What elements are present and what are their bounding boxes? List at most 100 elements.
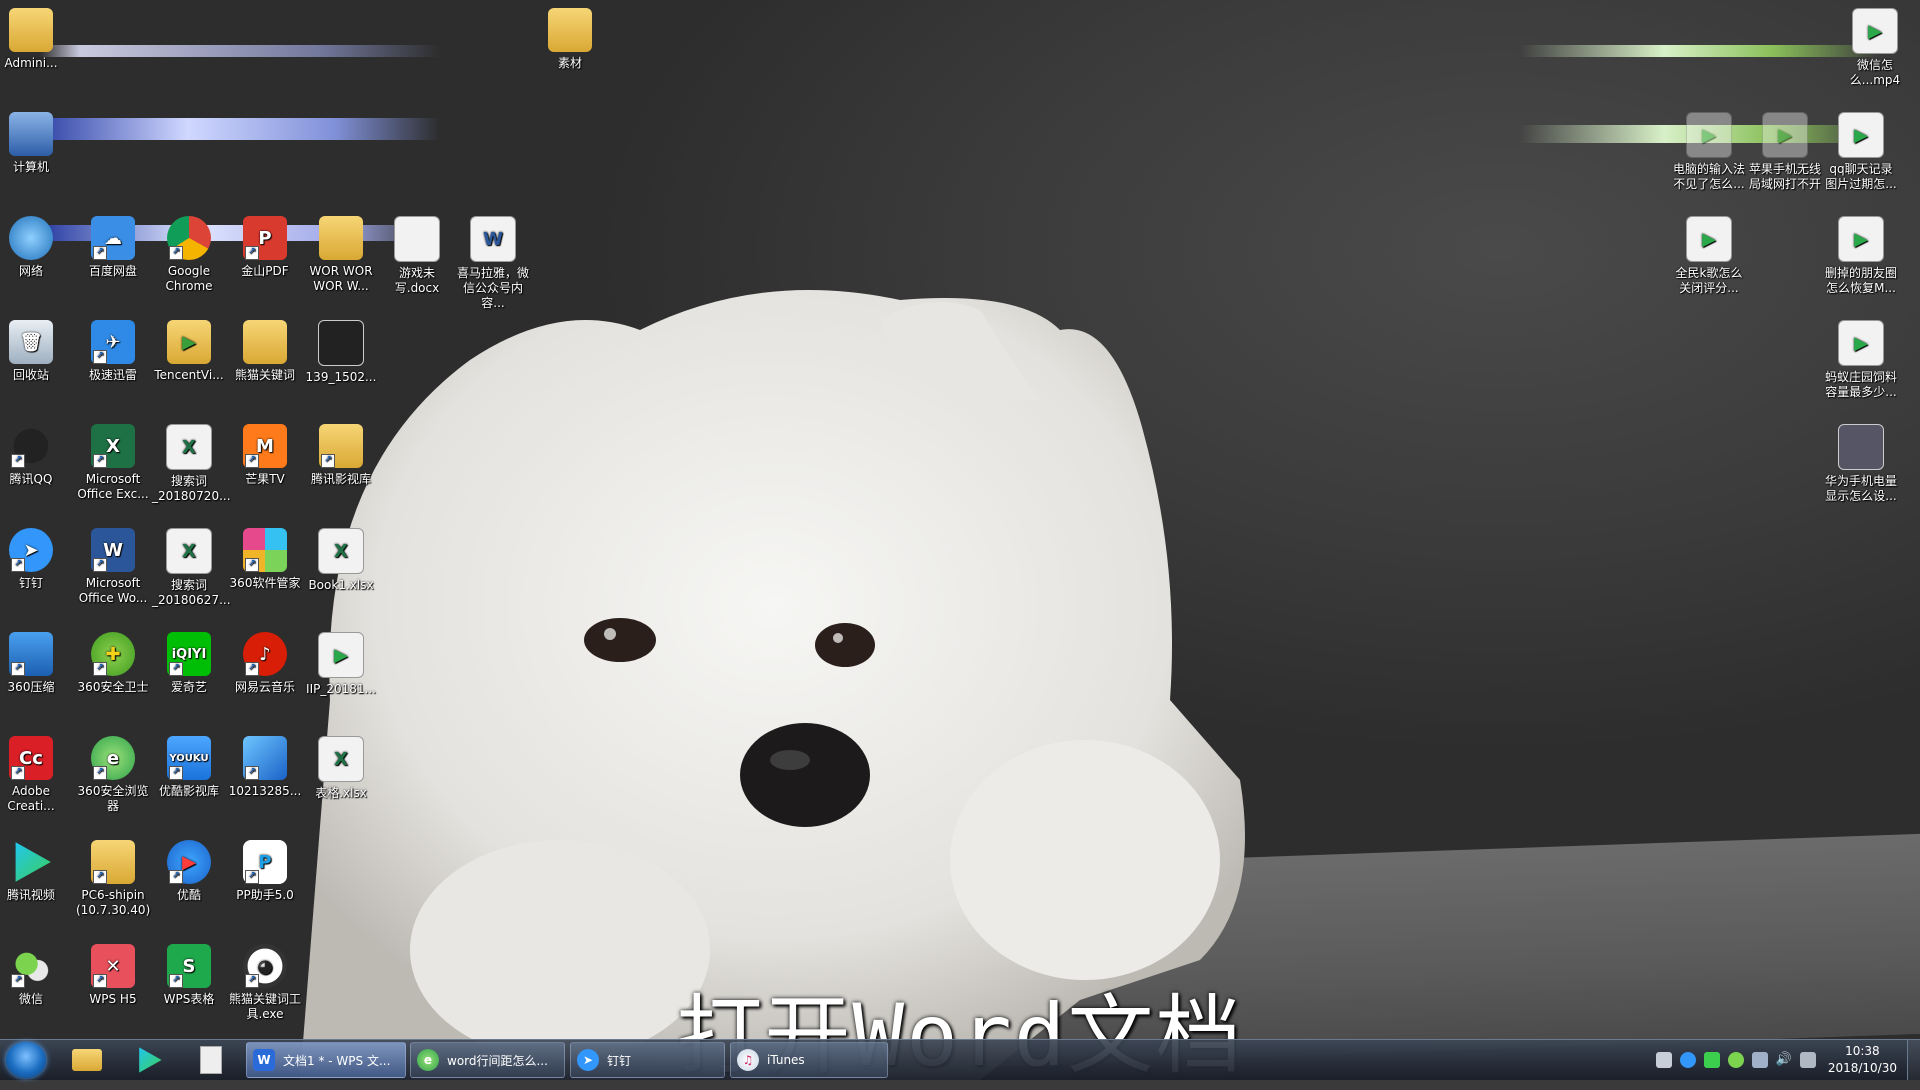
tencent-video-icon [15,842,51,882]
volume-icon[interactable]: 🔊 [1776,1052,1792,1068]
shortcut-arrow-icon: ↗ [93,454,107,468]
dingtalk-icon: ➤ ↗ [9,528,53,572]
spreadsheet-file-icon: X [318,528,364,574]
taskbar-item-wps[interactable]: W 文档1 * - WPS 文... [246,1042,406,1078]
desktop-icon-search2[interactable]: X 搜索词_20180627... [152,528,231,608]
browser-360-icon: e [417,1049,439,1071]
pinned-document[interactable] [192,1044,230,1076]
video-file-icon: ▶ [1838,112,1884,158]
video-tray-icon[interactable] [1703,1052,1720,1068]
dingtalk-tray-icon[interactable] [1679,1052,1696,1068]
desktop-icon-pkg[interactable]: ↗ 10213285... [228,736,302,799]
security-tray-icon[interactable] [1727,1052,1744,1068]
taskbar-item-label: 钉钉 [607,1053,632,1068]
desktop-icon-chrome[interactable]: ↗ Google Chrome [152,216,226,294]
desktop-icon-txvideo-lib[interactable]: ↗ 腾讯影视库 [304,424,378,487]
desktop-icon-network[interactable]: 网络 [0,216,68,279]
desktop-icon-r-huawei[interactable]: 华为手机电量显示怎么设... [1824,424,1898,504]
shortcut-arrow-icon: ↗ [245,870,259,884]
desktop-icon-excel[interactable]: X ↗ Microsoft Office Exc... [76,424,150,502]
desktop-icon-r-apple[interactable]: ▶ 苹果手机无线局域网打不开 [1748,112,1822,192]
desktop-icon-safe360[interactable]: ✚ ↗ 360安全卫士 [76,632,150,695]
image-thumbnail-icon [318,320,364,366]
desktop-icon-r-wechat-mp4[interactable]: ▶ 微信怎么...mp4 [1838,8,1912,88]
browser-360-icon: e ↗ [91,736,135,780]
shortcut-arrow-icon: ↗ [245,558,259,572]
desktop-icon-txvideo[interactable]: 腾讯视频 [0,840,68,903]
desktop-icon-game-doc[interactable]: 游戏未写.docx [380,216,454,296]
desktop-icon-search1[interactable]: X 搜索词_20180720... [152,424,231,504]
taskbar-item-browser[interactable]: e word行间距怎么... [410,1042,565,1078]
youku-play-icon: ▶ ↗ [167,840,211,884]
clock-time: 10:38 [1845,1044,1880,1058]
desktop-icon-keyword-folder[interactable]: 熊猫关键词 [228,320,302,383]
desktop-icon-jinshan[interactable]: P ↗ 金山PDF [228,216,302,279]
desktop-icon-soft360[interactable]: ↗ 360软件管家 [228,528,302,591]
taskbar-item-itunes[interactable]: ♫ iTunes [730,1042,888,1078]
desktop-icon-qq[interactable]: ↗ 腾讯QQ [0,424,68,487]
desktop-icon-mango[interactable]: M ↗ 芒果TV [228,424,302,487]
desktop-icon-flv[interactable]: ▶ IIP_20181... [304,632,378,697]
desktop-icon-r-input[interactable]: ▶ 电脑的输入法不见了怎么... [1672,112,1746,192]
desktop-icon-admin[interactable]: Admini... [0,8,68,71]
desktop-icon-img139[interactable]: 139_1502... [304,320,378,385]
glitch-streak [1520,45,1880,57]
desktop-icon-computer[interactable]: 计算机 [0,112,68,175]
desktop-icon-xlsx[interactable]: X 表格.xlsx [304,736,378,801]
taskbar-item-dingtalk[interactable]: ➤ 钉钉 [570,1042,725,1078]
word-doc-icon: W [470,216,516,262]
document-icon [394,216,440,262]
start-button[interactable] [6,1042,46,1078]
shortcut-arrow-icon: ↗ [11,454,25,468]
display-tray-icon[interactable] [1751,1052,1768,1068]
pp-assistant-icon: P ↗ [243,840,287,884]
desktop-icon-sucai[interactable]: 素材 [533,8,607,71]
desktop-icon-word[interactable]: W ↗ Microsoft Office Wo... [76,528,150,606]
desktop-icon-tencentvi[interactable]: ▶ TencentVi... [152,320,226,383]
desktop-icon-himalaya[interactable]: W 喜马拉雅，微信公众号内容... [456,216,530,311]
shortcut-arrow-icon: ↗ [11,558,25,572]
taskbar: W 文档1 * - WPS 文... e word行间距怎么... ➤ 钉钉 ♫… [0,1039,1920,1080]
desktop-icon-adobe[interactable]: Cc ↗ Adobe Creati... [0,736,68,814]
shortcut-arrow-icon: ↗ [245,246,259,260]
desktop-icon-dingtalk[interactable]: ➤ ↗ 钉钉 [0,528,68,591]
desktop-icon-pc6[interactable]: ↗ PC6-shipin (10.7.30.40) [76,840,150,918]
desktop-icon-baidu[interactable]: ☁ ↗ 百度网盘 [76,216,150,279]
desktop-icon-xunlei[interactable]: ✈ ↗ 极速迅雷 [76,320,150,383]
spreadsheet-file-icon: X [166,424,212,470]
show-desktop-button[interactable] [1907,1040,1920,1080]
desktop-icon-worworwor[interactable]: WOR WOR WOR W... [304,216,378,294]
desktop-icon-r-kge[interactable]: ▶ 全民k歌怎么关闭评分... [1672,216,1746,296]
shortcut-arrow-icon: ↗ [93,350,107,364]
desktop-icon-r-ant[interactable]: ▶ 蚂蚁庄园饲料容量最多少... [1824,320,1898,400]
desktop-icon-zip360[interactable]: ↗ 360压缩 [0,632,68,695]
taskbar-item-label: iTunes [767,1053,805,1067]
desktop-icon-youku[interactable]: ▶ ↗ 优酷 [152,840,226,903]
desktop-icon-browser360[interactable]: e ↗ 360安全浏览器 [76,736,150,814]
pinned-explorer[interactable] [68,1044,106,1076]
video-file-icon: ▶ [1686,216,1732,262]
action-center-icon[interactable] [1799,1052,1816,1068]
document-icon [200,1046,222,1074]
clock[interactable]: 10:38 2018/10/30 [1828,1043,1897,1077]
shortcut-arrow-icon: ↗ [169,766,183,780]
shortcut-arrow-icon: ↗ [93,766,107,780]
desktop-icon-recycle[interactable]: 🗑 回收站 [0,320,68,383]
desktop-icon-netease[interactable]: ♪ ↗ 网易云音乐 [228,632,302,695]
shortcut-arrow-icon: ↗ [169,870,183,884]
desktop-icon-book1[interactable]: X Book1.xlsx [304,528,378,593]
desktop-icon-r-qq[interactable]: ▶ qq聊天记录图片过期怎... [1824,112,1898,192]
video-file-icon: ▶ [1838,320,1884,366]
desktop-icon-r-friends[interactable]: ▶ 删掉的朋友圈怎么恢复M... [1824,216,1898,296]
folder-icon: ↗ [319,424,363,468]
desktop-icon-youku-lib[interactable]: YOUKU ↗ 优酷影视库 [152,736,226,799]
network-tray-icon[interactable] [1655,1052,1672,1068]
desktop-icon-iqiyi[interactable]: iQIYI ↗ 爱奇艺 [152,632,226,695]
adobe-cc-icon: Cc ↗ [9,736,53,780]
word-icon: W ↗ [91,528,135,572]
desktop-icon-pp[interactable]: P ↗ PP助手5.0 [228,840,302,903]
pinned-video-player[interactable] [130,1044,168,1076]
folder-icon [9,8,53,52]
network-globe-icon [9,216,53,260]
glitch-streak [20,118,440,140]
